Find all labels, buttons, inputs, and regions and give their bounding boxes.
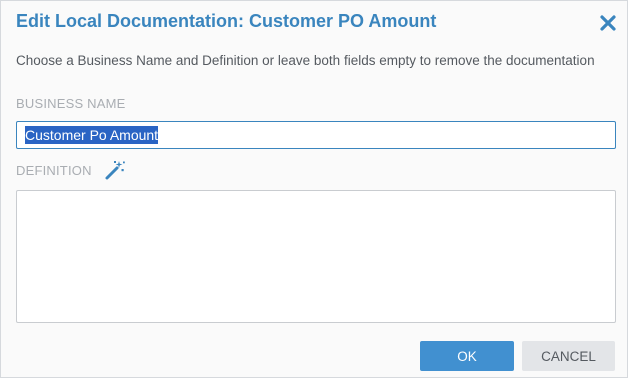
business-name-value: Customer Po Amount (25, 126, 159, 144)
dialog-title: Edit Local Documentation: Customer PO Am… (16, 11, 437, 31)
definition-textarea[interactable] (16, 190, 616, 323)
edit-documentation-dialog: Edit Local Documentation: Customer PO Am… (0, 0, 628, 378)
cancel-button[interactable]: CANCEL (522, 341, 615, 371)
ok-button[interactable]: OK (420, 341, 514, 371)
business-name-label: BUSINESS NAME (16, 96, 126, 111)
definition-label: DEFINITION (16, 163, 92, 178)
instructions-text: Choose a Business Name and Definition or… (16, 53, 595, 68)
business-name-input[interactable]: Customer Po Amount (16, 121, 616, 149)
magic-wand-icon[interactable] (104, 159, 126, 181)
close-icon[interactable] (598, 13, 618, 33)
